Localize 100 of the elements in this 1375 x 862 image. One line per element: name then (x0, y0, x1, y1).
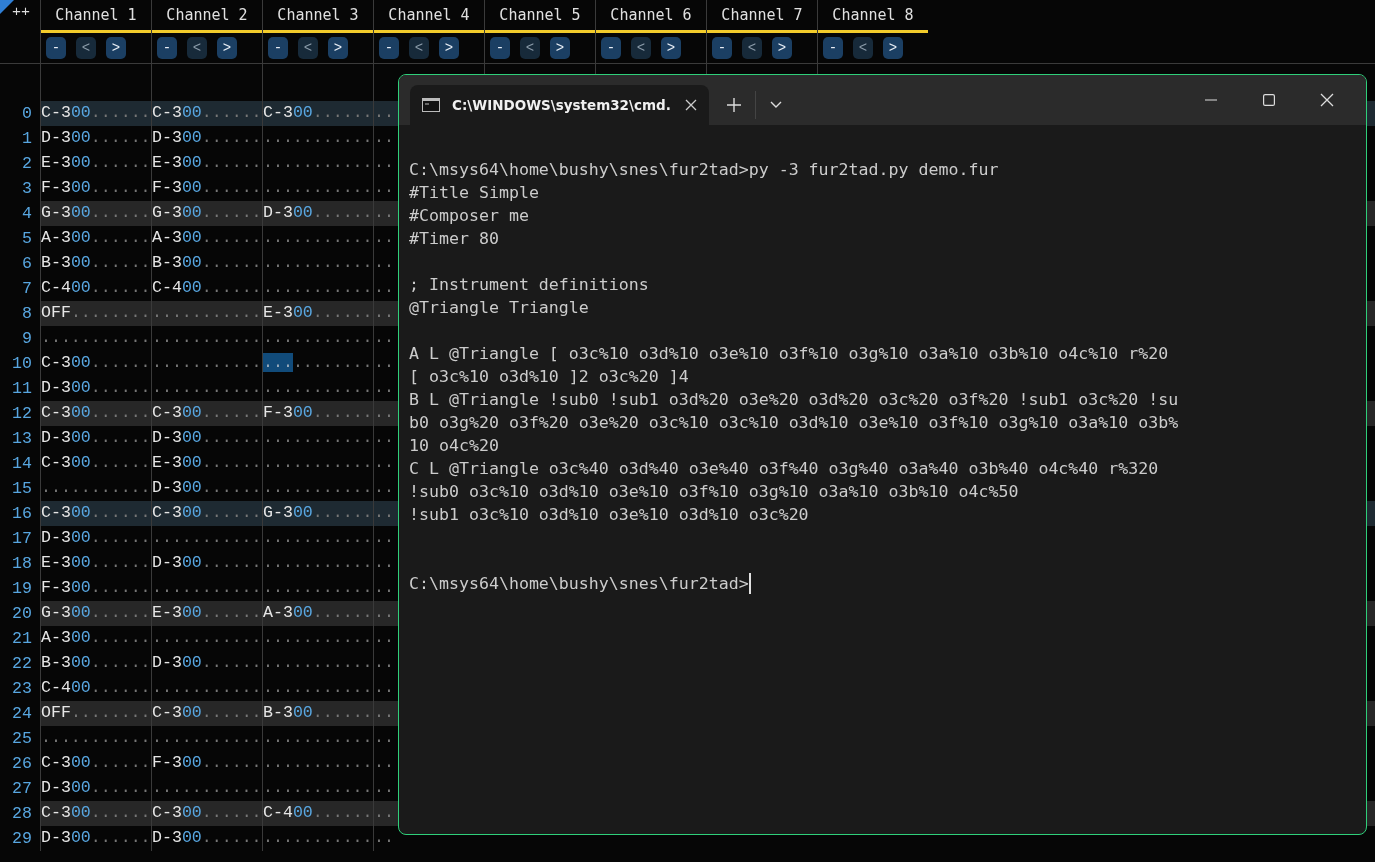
pattern-cell[interactable]: A-300...... (40, 226, 151, 251)
pattern-cell[interactable]: D-300...... (40, 126, 151, 151)
pattern-cell[interactable]: D-300...... (151, 826, 262, 851)
channel-button[interactable]: - (46, 37, 66, 59)
channel-button[interactable]: - (490, 37, 510, 59)
pattern-cell[interactable]: .. (374, 676, 394, 701)
pattern-cell[interactable]: C-300...... (40, 351, 151, 376)
channel-button[interactable]: > (439, 37, 459, 59)
pattern-cell[interactable]: F-300...... (151, 751, 262, 776)
pattern-cell[interactable]: C-300...... (151, 801, 262, 826)
channel-header[interactable]: Channel 7 (707, 0, 817, 33)
channel-header[interactable]: Channel 5 (485, 0, 595, 33)
pattern-cell[interactable]: G-300...... (151, 201, 262, 226)
plus-icon[interactable] (727, 98, 741, 112)
pattern-cell[interactable]: C-300...... (40, 451, 151, 476)
pattern-cell[interactable]: E-300...... (40, 551, 151, 576)
pattern-cell[interactable]: D-300...... (151, 651, 262, 676)
pattern-cell[interactable]: F-300...... (262, 401, 373, 426)
pattern-cell[interactable]: .. (374, 226, 394, 251)
pattern-cell[interactable]: ........... (40, 726, 151, 751)
pattern-cell[interactable]: G-300...... (40, 601, 151, 626)
pattern-cell[interactable]: .. (374, 476, 394, 501)
pattern-cell[interactable]: C-300...... (40, 101, 151, 126)
pattern-cell[interactable]: A-300...... (151, 226, 262, 251)
channel-header[interactable]: Channel 4 (374, 0, 484, 33)
pattern-cell[interactable]: .. (374, 176, 394, 201)
pattern-cell[interactable]: B-300...... (151, 251, 262, 276)
pattern-cell[interactable]: ........... (151, 726, 262, 751)
channel-button[interactable]: - (823, 37, 843, 59)
pattern-cell[interactable]: ........... (262, 551, 373, 576)
channel-button[interactable]: > (217, 37, 237, 59)
pattern-cell[interactable]: .. (374, 376, 394, 401)
pattern-cell[interactable]: .. (374, 351, 394, 376)
pattern-cell[interactable]: .. (374, 151, 394, 176)
pattern-cell[interactable]: C-300...... (40, 501, 151, 526)
channel-button[interactable]: > (106, 37, 126, 59)
pattern-cell[interactable]: B-300...... (40, 651, 151, 676)
pattern-cell[interactable]: .. (374, 426, 394, 451)
pattern-cell[interactable]: A-300...... (262, 601, 373, 626)
pattern-cell[interactable]: C-300...... (40, 801, 151, 826)
pattern-cell[interactable]: OFF........ (40, 701, 151, 726)
pattern-cell[interactable]: G-300...... (40, 201, 151, 226)
pattern-cell[interactable]: D-300...... (151, 426, 262, 451)
pattern-cell[interactable]: C-300...... (262, 101, 373, 126)
pattern-cell[interactable]: E-300...... (151, 151, 262, 176)
pattern-cell[interactable]: ........... (262, 526, 373, 551)
channel-button[interactable]: - (268, 37, 288, 59)
pattern-cell[interactable]: .. (374, 751, 394, 776)
pattern-cell[interactable]: A-300...... (40, 626, 151, 651)
pattern-cell[interactable]: ........... (262, 351, 373, 376)
maximize-icon[interactable] (1263, 94, 1275, 106)
channel-button[interactable]: > (772, 37, 792, 59)
pattern-cell[interactable]: .. (374, 551, 394, 576)
pattern-cell[interactable]: OFF........ (40, 301, 151, 326)
pattern-cell[interactable]: G-300...... (262, 501, 373, 526)
pattern-cell[interactable]: ........... (262, 226, 373, 251)
pattern-cell[interactable]: C-300...... (151, 101, 262, 126)
chevron-down-icon[interactable] (770, 101, 782, 109)
pattern-cell[interactable]: C-400...... (262, 801, 373, 826)
pattern-cell[interactable]: ........... (151, 351, 262, 376)
channel-button[interactable]: > (550, 37, 570, 59)
channel-button[interactable]: - (601, 37, 621, 59)
pattern-cell[interactable]: ........... (262, 151, 373, 176)
pattern-cell[interactable]: .. (374, 251, 394, 276)
pattern-cell[interactable]: ........... (262, 451, 373, 476)
pattern-cell[interactable]: E-300...... (40, 151, 151, 176)
pattern-cell[interactable]: .. (374, 626, 394, 651)
pattern-cell[interactable]: .. (374, 526, 394, 551)
pattern-cell[interactable]: .. (374, 776, 394, 801)
channel-button[interactable]: > (661, 37, 681, 59)
pattern-cell[interactable]: ........... (262, 326, 373, 351)
pattern-cell[interactable]: C-300...... (151, 701, 262, 726)
pattern-cell[interactable]: ........... (262, 651, 373, 676)
pattern-cell[interactable]: .. (374, 651, 394, 676)
pattern-cell[interactable]: ........... (151, 626, 262, 651)
pattern-cell[interactable]: .. (374, 276, 394, 301)
pattern-cell[interactable]: .. (374, 451, 394, 476)
channel-header[interactable]: Channel 2 (152, 0, 262, 33)
pattern-cell[interactable]: ........... (262, 751, 373, 776)
pattern-cell[interactable]: D-300...... (262, 201, 373, 226)
pattern-cell[interactable]: .. (374, 326, 394, 351)
pattern-cell[interactable]: C-300...... (151, 401, 262, 426)
pattern-cell[interactable]: ........... (151, 526, 262, 551)
close-icon[interactable] (685, 99, 697, 111)
pattern-cell[interactable]: E-300...... (262, 301, 373, 326)
channel-header[interactable]: Channel 3 (263, 0, 373, 33)
pattern-cell[interactable]: .. (374, 726, 394, 751)
pattern-cell[interactable]: ........... (262, 726, 373, 751)
corner-label[interactable]: ++ (12, 2, 30, 25)
pattern-cell[interactable]: C-300...... (40, 401, 151, 426)
pattern-cell[interactable]: D-300...... (151, 551, 262, 576)
pattern-cell[interactable]: D-300...... (151, 126, 262, 151)
channel-button[interactable]: - (379, 37, 399, 59)
channel-header[interactable]: Channel 6 (596, 0, 706, 33)
pattern-cell[interactable]: D-300...... (40, 426, 151, 451)
channel-button[interactable]: - (157, 37, 177, 59)
pattern-cell[interactable]: E-300...... (151, 601, 262, 626)
pattern-cell[interactable]: ........... (262, 626, 373, 651)
channel-button[interactable]: - (712, 37, 732, 59)
pattern-cell[interactable]: C-300...... (40, 751, 151, 776)
